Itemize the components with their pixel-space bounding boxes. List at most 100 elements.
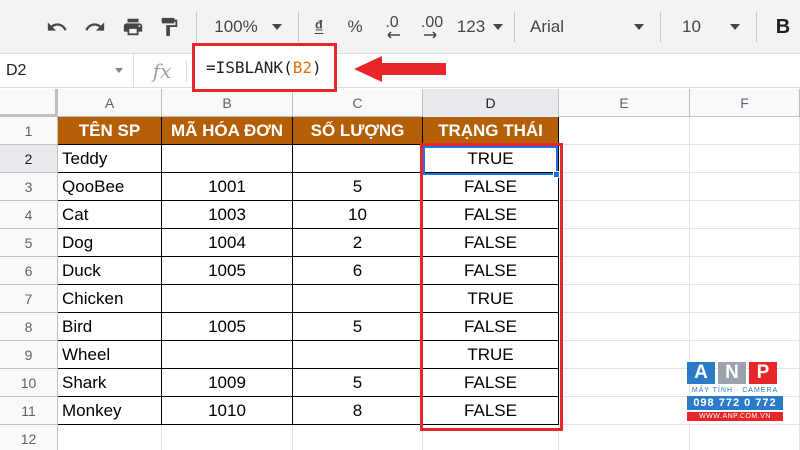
status-cell[interactable]: FALSE bbox=[423, 229, 559, 257]
percent-format-button[interactable]: % bbox=[342, 8, 368, 46]
table-cell[interactable]: 8 bbox=[293, 397, 423, 425]
table-cell[interactable] bbox=[293, 341, 423, 369]
row-header-12[interactable]: 12 bbox=[0, 425, 58, 450]
empty-cell[interactable] bbox=[559, 117, 690, 145]
empty-cell[interactable] bbox=[559, 369, 690, 397]
select-all-corner[interactable] bbox=[0, 89, 58, 117]
row-header-9[interactable]: 9 bbox=[0, 341, 58, 369]
empty-cell[interactable] bbox=[690, 229, 800, 257]
empty-cell[interactable] bbox=[559, 173, 690, 201]
empty-cell[interactable] bbox=[690, 117, 800, 145]
row-header-2[interactable]: 2 bbox=[0, 145, 58, 173]
column-header-d[interactable]: D bbox=[423, 89, 559, 117]
empty-cell[interactable] bbox=[559, 145, 690, 173]
table-cell[interactable]: Dog bbox=[58, 229, 162, 257]
table-header-cell[interactable]: TRẠNG THÁI bbox=[423, 117, 559, 145]
table-cell[interactable]: Teddy bbox=[58, 145, 162, 173]
table-cell[interactable]: 1001 bbox=[162, 173, 293, 201]
table-cell[interactable] bbox=[162, 145, 293, 173]
table-cell[interactable]: Duck bbox=[58, 257, 162, 285]
empty-cell[interactable] bbox=[293, 425, 423, 450]
row-header-4[interactable]: 4 bbox=[0, 201, 58, 229]
table-cell[interactable]: 1005 bbox=[162, 257, 293, 285]
status-cell[interactable]: FALSE bbox=[423, 173, 559, 201]
status-cell[interactable]: FALSE bbox=[423, 397, 559, 425]
bold-button[interactable]: B bbox=[768, 8, 798, 46]
empty-cell[interactable] bbox=[559, 397, 690, 425]
empty-cell[interactable] bbox=[559, 341, 690, 369]
column-header-b[interactable]: B bbox=[162, 89, 293, 117]
table-cell[interactable]: 1009 bbox=[162, 369, 293, 397]
table-cell[interactable]: 5 bbox=[293, 369, 423, 397]
empty-cell[interactable] bbox=[559, 257, 690, 285]
currency-format-button[interactable]: ₫ bbox=[306, 8, 332, 46]
status-cell[interactable]: TRUE bbox=[423, 341, 559, 369]
font-size-select[interactable]: 10 bbox=[668, 8, 748, 46]
redo-icon[interactable] bbox=[78, 8, 112, 46]
table-header-cell[interactable]: TÊN SP bbox=[58, 117, 162, 145]
table-header-cell[interactable]: SỐ LƯỢNG bbox=[293, 117, 423, 145]
status-cell[interactable]: FALSE bbox=[423, 257, 559, 285]
empty-cell[interactable] bbox=[423, 425, 559, 450]
table-header-cell[interactable]: MÃ HÓA ĐƠN bbox=[162, 117, 293, 145]
empty-cell[interactable] bbox=[559, 229, 690, 257]
empty-cell[interactable] bbox=[559, 201, 690, 229]
row-header-6[interactable]: 6 bbox=[0, 257, 58, 285]
table-cell[interactable] bbox=[162, 341, 293, 369]
column-header-f[interactable]: F bbox=[690, 89, 800, 117]
empty-cell[interactable] bbox=[690, 173, 800, 201]
column-header-c[interactable]: C bbox=[293, 89, 423, 117]
status-cell[interactable]: FALSE bbox=[423, 313, 559, 341]
fill-handle[interactable] bbox=[553, 171, 560, 178]
table-cell[interactable]: Monkey bbox=[58, 397, 162, 425]
empty-cell[interactable] bbox=[690, 425, 800, 450]
zoom-select[interactable]: 100% bbox=[206, 8, 290, 46]
empty-cell[interactable] bbox=[559, 285, 690, 313]
row-header-8[interactable]: 8 bbox=[0, 313, 58, 341]
table-cell[interactable]: Bird bbox=[58, 313, 162, 341]
table-cell[interactable]: 1005 bbox=[162, 313, 293, 341]
empty-cell[interactable] bbox=[559, 425, 690, 450]
row-header-7[interactable]: 7 bbox=[0, 285, 58, 313]
empty-cell[interactable] bbox=[58, 425, 162, 450]
empty-cell[interactable] bbox=[690, 313, 800, 341]
column-header-e[interactable]: E bbox=[559, 89, 690, 117]
table-cell[interactable] bbox=[293, 145, 423, 173]
row-header-3[interactable]: 3 bbox=[0, 173, 58, 201]
status-cell[interactable]: FALSE bbox=[423, 369, 559, 397]
empty-cell[interactable] bbox=[162, 425, 293, 450]
table-cell[interactable]: 1004 bbox=[162, 229, 293, 257]
table-cell[interactable]: Shark bbox=[58, 369, 162, 397]
empty-cell[interactable] bbox=[690, 285, 800, 313]
empty-cell[interactable] bbox=[690, 145, 800, 173]
empty-cell[interactable] bbox=[559, 313, 690, 341]
table-cell[interactable] bbox=[162, 285, 293, 313]
row-header-5[interactable]: 5 bbox=[0, 229, 58, 257]
table-cell[interactable]: Wheel bbox=[58, 341, 162, 369]
table-cell[interactable]: 1010 bbox=[162, 397, 293, 425]
table-cell[interactable]: Chicken bbox=[58, 285, 162, 313]
print-icon[interactable] bbox=[116, 8, 150, 46]
table-cell[interactable]: 5 bbox=[293, 313, 423, 341]
table-cell[interactable] bbox=[293, 285, 423, 313]
decrease-decimal-button[interactable]: .0 bbox=[376, 8, 408, 46]
empty-cell[interactable] bbox=[690, 257, 800, 285]
status-cell[interactable]: TRUE bbox=[423, 285, 559, 313]
table-cell[interactable]: QooBee bbox=[58, 173, 162, 201]
table-cell[interactable]: 1003 bbox=[162, 201, 293, 229]
status-cell[interactable]: FALSE bbox=[423, 201, 559, 229]
table-cell[interactable]: 10 bbox=[293, 201, 423, 229]
table-cell[interactable]: 2 bbox=[293, 229, 423, 257]
formula-input[interactable]: =ISBLANK(B2) bbox=[192, 43, 337, 92]
row-header-1[interactable]: 1 bbox=[0, 117, 58, 145]
table-cell[interactable]: Cat bbox=[58, 201, 162, 229]
row-header-10[interactable]: 10 bbox=[0, 369, 58, 397]
row-header-11[interactable]: 11 bbox=[0, 397, 58, 425]
name-box[interactable]: D2 bbox=[0, 54, 134, 88]
empty-cell[interactable] bbox=[690, 201, 800, 229]
table-cell[interactable]: 6 bbox=[293, 257, 423, 285]
status-cell[interactable]: TRUE bbox=[423, 145, 559, 173]
more-formats-select[interactable]: 123 bbox=[452, 8, 508, 46]
undo-icon[interactable] bbox=[40, 8, 74, 46]
column-header-a[interactable]: A bbox=[58, 89, 162, 117]
